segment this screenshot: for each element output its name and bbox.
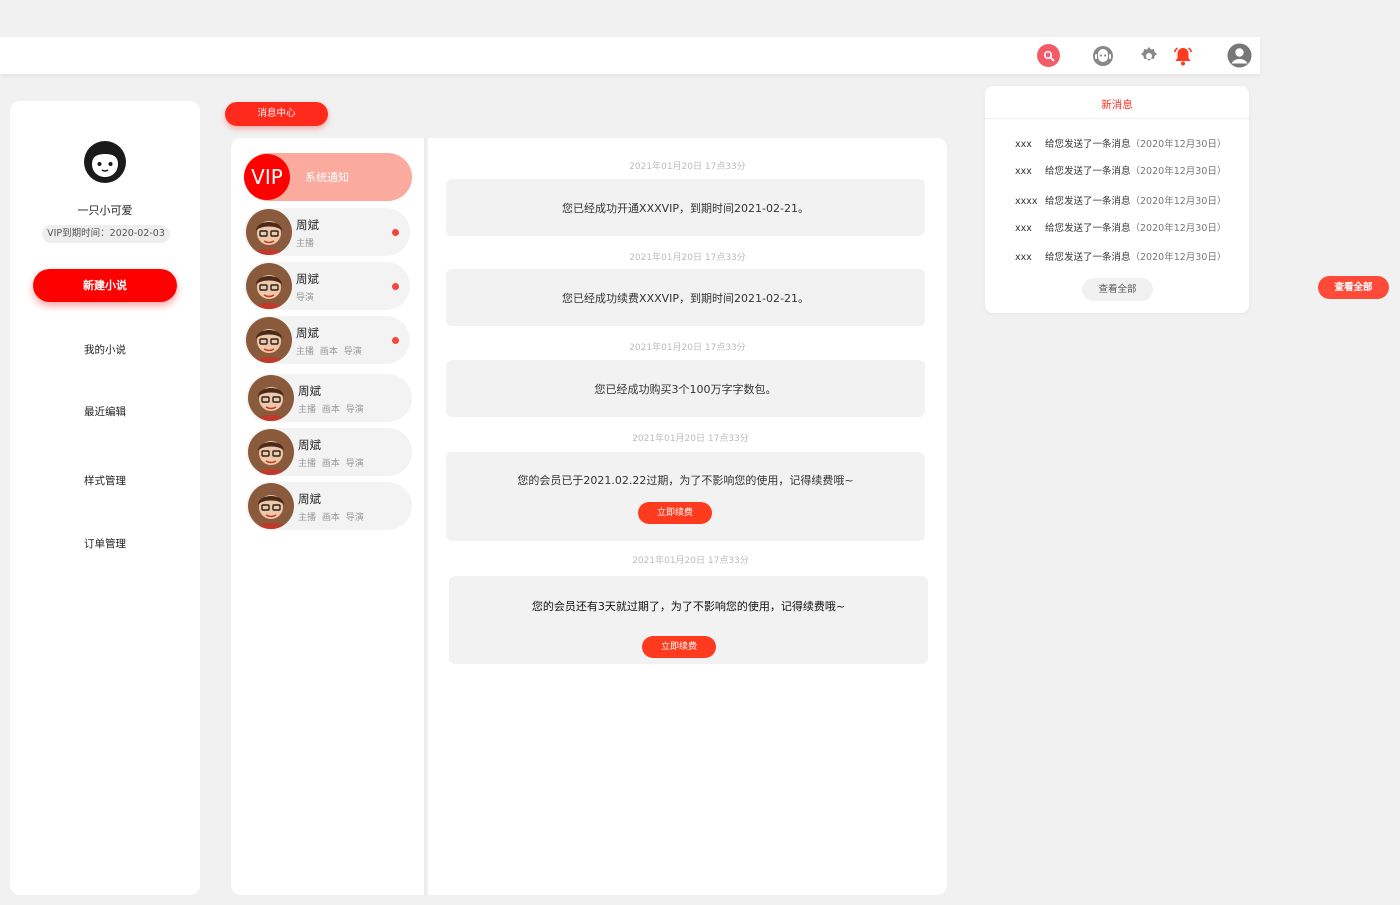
contact-role: 主播 [296, 239, 315, 249]
new-message-row[interactable]: xxx 给您发送了一条消息（2020年12月30日） [1015, 220, 1226, 234]
new-novel-button[interactable]: 新建小说 [33, 269, 177, 302]
message-text: 您的会员还有3天就过期了，为了不影响您的使用，记得续费哦~ [531, 600, 846, 613]
contact-name: 周斌 [296, 272, 319, 286]
unread-dot [392, 337, 399, 344]
search-icon[interactable] [1037, 44, 1060, 67]
new-message-text: 给您发送了一条消息 [1045, 139, 1131, 150]
message-text: 您已经成功购买3个100万字字数包。 [594, 383, 777, 396]
new-message-row[interactable]: xxx 给您发送了一条消息（2020年12月30日） [1015, 163, 1226, 177]
contact-item[interactable]: 周斌主播 画本 导演 [246, 374, 412, 422]
top-bar [0, 37, 1260, 74]
system-notice-item[interactable]: VIP 系统通知 [244, 153, 412, 201]
contact-avatar [248, 429, 294, 475]
contact-avatar [246, 317, 292, 363]
contact-item[interactable]: 周斌主播 画本 导演 [246, 428, 412, 476]
nav-item-recent-edits[interactable]: 最近编辑 [10, 404, 200, 419]
contact-avatar [248, 483, 294, 529]
nav-item-order-management[interactable]: 订单管理 [10, 536, 200, 551]
divider [985, 118, 1249, 119]
new-message-sender: xxxx [1015, 196, 1038, 207]
user-avatar-icon[interactable] [1227, 43, 1252, 68]
new-message-row[interactable]: xxx 给您发送了一条消息（2020年12月30日） [1015, 249, 1226, 263]
message-center-tab[interactable]: 消息中心 [225, 102, 328, 126]
message-time: 2021年01月20日 17点33分 [629, 343, 746, 353]
system-notice-label: 系统通知 [305, 171, 349, 184]
contact-role: 主播 画本 导演 [296, 347, 362, 357]
contact-name: 周斌 [298, 384, 321, 398]
new-message-text: 给您发送了一条消息 [1045, 223, 1131, 234]
new-message-date: （2020年12月30日） [1130, 139, 1227, 150]
message-time: 2021年01月20日 17点33分 [632, 556, 749, 566]
new-message-date: （2020年12月30日） [1130, 196, 1227, 207]
message-bubble: 您已经成功购买3个100万字字数包。 [446, 360, 925, 417]
message-text: 您的会员已于2021.02.22过期，为了不影响您的使用，记得续费哦~ [517, 474, 854, 487]
message-bubble: 您已经成功续费XXXVIP，到期时间2021-02-21。 [446, 269, 925, 326]
contact-avatar [246, 263, 292, 309]
contact-name: 周斌 [298, 438, 321, 452]
robot-icon[interactable] [1091, 44, 1114, 67]
message-text: 您已经成功续费XXXVIP，到期时间2021-02-21。 [562, 292, 809, 305]
new-message-date: （2020年12月30日） [1130, 166, 1227, 177]
contact-role: 主播 画本 导演 [298, 513, 364, 523]
contact-avatar [248, 375, 294, 421]
vip-badge: VIP [244, 154, 290, 200]
contact-name: 周斌 [296, 326, 319, 340]
message-text: 您已经成功开通XXXVIP，到期时间2021-02-21。 [562, 202, 809, 215]
message-bubble: 您的会员已于2021.02.22过期，为了不影响您的使用，记得续费哦~ 立即续费 [446, 452, 925, 541]
renew-button[interactable]: 立即续费 [638, 502, 712, 524]
contact-name: 周斌 [296, 218, 319, 232]
contact-item[interactable]: 周斌 主播 [244, 208, 410, 256]
contacts-panel: VIP 系统通知 周斌 主播 周斌 导演 周斌 主播 画本 导演 周斌 主播 画本 导演 周斌主… [231, 138, 426, 895]
new-message-sender: xxx [1015, 223, 1032, 234]
new-message-text: 给您发送了一条消息 [1045, 196, 1131, 207]
contact-name: 周斌 [298, 492, 321, 506]
renew-button[interactable]: 立即续费 [642, 636, 716, 658]
new-message-text: 给您发送了一条消息 [1045, 252, 1131, 263]
bell-icon[interactable] [1171, 44, 1194, 67]
profile-avatar-icon[interactable] [83, 140, 127, 184]
view-all-button[interactable]: 查看全部 [1082, 278, 1153, 301]
new-message-row[interactable]: xxx 给您发送了一条消息（2020年12月30日） [1015, 136, 1226, 150]
floating-view-all-button[interactable]: 查看全部 [1318, 276, 1389, 299]
message-time: 2021年01月20日 17点33分 [632, 434, 749, 444]
gear-icon[interactable] [1137, 44, 1160, 67]
message-bubble: 您的会员还有3天就过期了，为了不影响您的使用，记得续费哦~ 立即续费 [449, 576, 928, 664]
new-message-sender: xxx [1015, 166, 1032, 177]
unread-dot [392, 283, 399, 290]
new-message-date: （2020年12月30日） [1130, 223, 1227, 234]
nav-item-my-novels[interactable]: 我的小说 [10, 342, 200, 357]
new-messages-popup: 新消息 xxx 给您发送了一条消息（2020年12月30日） xxx 给您发送了一条消… [985, 86, 1249, 313]
new-message-row[interactable]: xxxx 给您发送了一条消息（2020年12月30日） [1015, 193, 1226, 207]
contact-item[interactable]: 周斌主播 画本 导演 [244, 316, 410, 364]
message-bubble: 您已经成功开通XXXVIP，到期时间2021-02-21。 [446, 179, 925, 236]
contact-role: 主播 画本 导演 [298, 405, 364, 415]
unread-dot [392, 229, 399, 236]
vip-expiry-badge: VIP到期时间：2020-02-03 [42, 225, 170, 243]
new-message-text: 给您发送了一条消息 [1045, 166, 1131, 177]
nav-item-style-management[interactable]: 样式管理 [10, 473, 200, 488]
new-message-sender: xxx [1015, 252, 1032, 263]
contact-item[interactable]: 周斌 导演 [244, 262, 410, 310]
contact-item[interactable]: 周斌主播 画本 导演 [246, 482, 412, 530]
message-time: 2021年01月20日 17点33分 [629, 253, 746, 263]
popup-title: 新消息 [1101, 99, 1133, 111]
sidebar: 一只小可爱 VIP到期时间：2020-02-03 新建小说 我的小说 最近编辑 … [10, 101, 200, 895]
new-message-sender: xxx [1015, 139, 1032, 150]
contact-role: 导演 [296, 293, 315, 303]
contact-avatar [246, 209, 292, 255]
contact-role: 主播 画本 导演 [298, 459, 364, 469]
new-message-date: （2020年12月30日） [1130, 252, 1227, 263]
messages-panel: 2021年01月20日 17点33分 您已经成功开通XXXVIP，到期时间202… [428, 138, 947, 895]
username: 一只小可爱 [77, 204, 133, 217]
message-time: 2021年01月20日 17点33分 [629, 162, 746, 172]
